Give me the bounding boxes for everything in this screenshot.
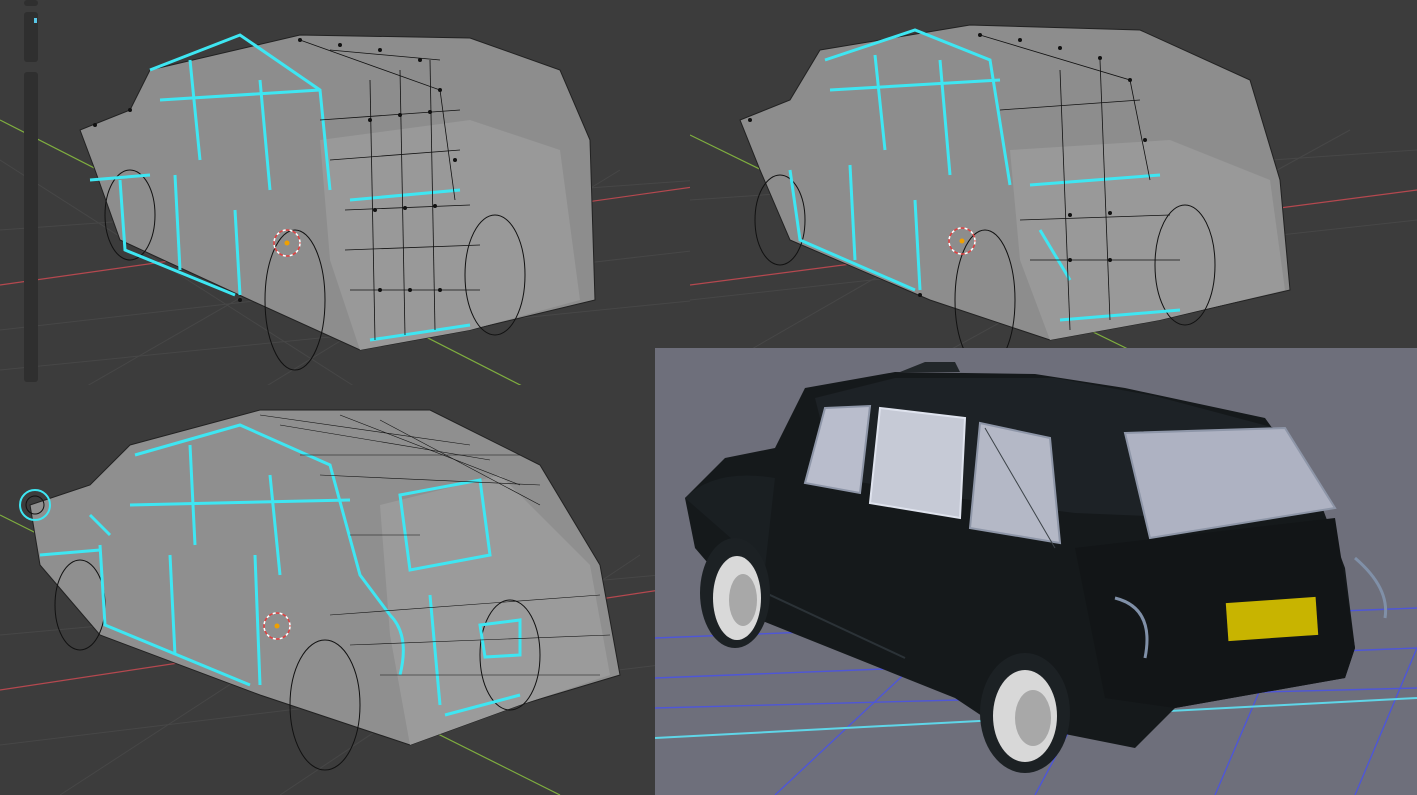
viewport-rendered-preview[interactable] (655, 348, 1417, 795)
rendered-preview-canvas (655, 348, 1417, 795)
tool-slot[interactable] (24, 72, 38, 382)
viewport-top-right-canvas (690, 0, 1417, 350)
tool-shelf[interactable] (12, 0, 38, 386)
tool-slot[interactable] (24, 0, 38, 6)
viewport-bottom-left-canvas (0, 385, 660, 795)
viewport-top-right[interactable] (690, 0, 1417, 350)
blender-modeling-screenshot (0, 0, 1417, 795)
viewport-bottom-left[interactable] (0, 385, 660, 795)
viewport-top-left-canvas (0, 0, 700, 390)
viewport-top-left[interactable] (0, 0, 700, 390)
license-plate (1225, 596, 1319, 642)
active-tool-indicator (34, 18, 37, 23)
